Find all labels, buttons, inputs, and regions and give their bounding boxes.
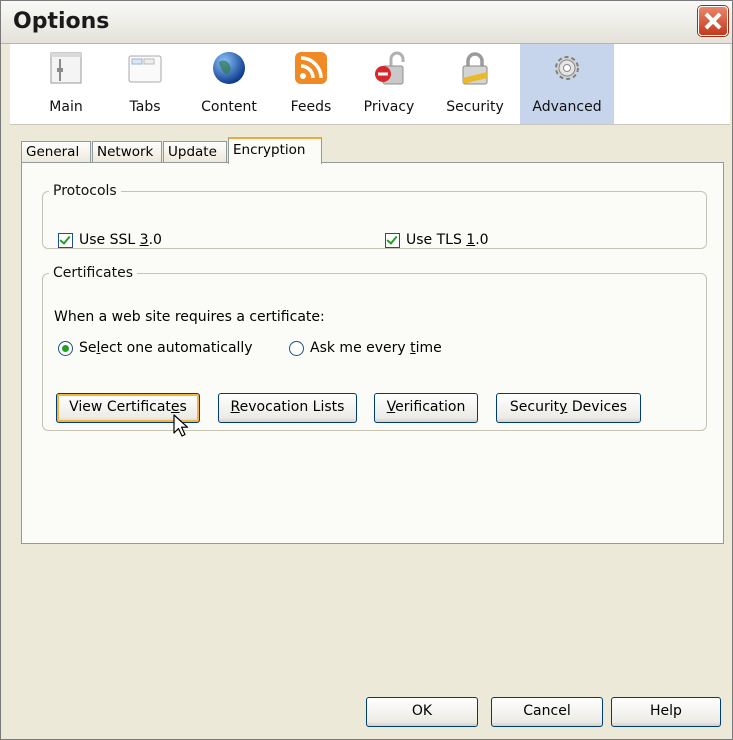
tabs-icon bbox=[128, 55, 162, 83]
feeds-rss-icon bbox=[295, 52, 327, 84]
auto-label-pre: Se bbox=[79, 340, 97, 356]
toolbar-item-feeds[interactable]: Feeds bbox=[282, 44, 340, 124]
devices-label-pre: Securit bbox=[509, 399, 560, 415]
toolbar-item-label: Security bbox=[446, 99, 504, 115]
title-bar[interactable]: Options bbox=[1, 1, 732, 44]
toolbar-item-main[interactable]: Main bbox=[35, 44, 97, 124]
tab-network[interactable]: Network bbox=[92, 141, 162, 163]
verification-label-accel: V bbox=[386, 399, 396, 415]
ok-button[interactable]: OK bbox=[366, 697, 478, 727]
tab-general[interactable]: General bbox=[21, 141, 91, 163]
tls-checkbox[interactable] bbox=[385, 232, 400, 248]
ask-label-pre: Ask me every bbox=[310, 340, 411, 356]
ssl-label-pre: Use SSL bbox=[79, 232, 140, 248]
revocation-lists-button[interactable]: Revocation Lists bbox=[218, 393, 357, 423]
devices-label-post: Devices bbox=[567, 399, 628, 415]
toolbar-item-label: Content bbox=[201, 99, 257, 115]
toolbar-item-label: Feeds bbox=[290, 99, 332, 115]
cancel-button[interactable]: Cancel bbox=[491, 697, 603, 727]
toolbar-item-content[interactable]: Content bbox=[193, 44, 265, 124]
protocols-group: Protocols Use SSL 3.0 Use TLS 1.0 bbox=[42, 183, 707, 249]
toolbar-item-security[interactable]: Security bbox=[438, 44, 512, 124]
toolbar-item-label: Privacy bbox=[363, 99, 415, 115]
protocols-legend: Protocols bbox=[53, 183, 117, 199]
revocation-label-post: evocation Lists bbox=[239, 399, 345, 415]
verification-label-post: erification bbox=[395, 399, 466, 415]
close-icon[interactable] bbox=[698, 6, 728, 36]
certificate-prompt: When a web site requires a certificate: bbox=[54, 309, 325, 325]
security-padlock-icon bbox=[462, 52, 488, 85]
advanced-gear-icon bbox=[555, 56, 579, 80]
ssl-checkbox-row[interactable]: Use SSL 3.0 bbox=[58, 232, 162, 248]
certificates-group: Certificates When a web site requires a … bbox=[42, 265, 707, 431]
toolbar-item-label: Main bbox=[49, 99, 83, 115]
category-toolbar: Main Tabs Content Feeds Privacy Security… bbox=[10, 44, 730, 125]
toolbar-item-label: Advanced bbox=[532, 99, 602, 115]
ask-label-post: ime bbox=[415, 340, 442, 356]
toolbar-item-tabs[interactable]: Tabs bbox=[118, 44, 172, 124]
toolbar-item-privacy[interactable]: Privacy bbox=[358, 44, 420, 124]
tab-update[interactable]: Update bbox=[163, 141, 227, 163]
radio-select-automatically-row[interactable]: Select one automatically bbox=[58, 340, 253, 356]
verification-button[interactable]: Verification bbox=[374, 393, 478, 423]
tls-label-post: .0 bbox=[475, 232, 489, 248]
content-globe-icon bbox=[213, 52, 245, 84]
view-label-post: s bbox=[179, 399, 187, 415]
toolbar-item-label: Tabs bbox=[129, 99, 161, 115]
ssl-label-accel: 3 bbox=[139, 232, 149, 248]
ssl-label-post: .0 bbox=[148, 232, 162, 248]
main-icon bbox=[50, 52, 82, 84]
security-devices-button[interactable]: Security Devices bbox=[496, 393, 641, 423]
tab-encryption[interactable]: Encryption bbox=[228, 137, 322, 164]
auto-label-post: ect one automatically bbox=[100, 340, 253, 356]
encryption-panel: Protocols Use SSL 3.0 Use TLS 1.0 Certif… bbox=[21, 162, 724, 544]
mouse-pointer-icon bbox=[173, 414, 189, 437]
radio-ask-every-time[interactable] bbox=[289, 340, 304, 356]
tls-label-accel: 1 bbox=[466, 232, 476, 248]
help-button[interactable]: Help bbox=[611, 697, 721, 727]
window-title: Options bbox=[13, 9, 110, 34]
tls-checkbox-row[interactable]: Use TLS 1.0 bbox=[385, 232, 489, 248]
view-label-accel: e bbox=[170, 399, 180, 415]
certificates-legend: Certificates bbox=[53, 265, 134, 281]
options-window: Options Main Tabs Content Feeds Privacy … bbox=[0, 0, 733, 740]
view-label-pre: View Certificat bbox=[69, 399, 171, 415]
privacy-lock-icon bbox=[375, 51, 405, 85]
radio-select-automatically[interactable] bbox=[58, 340, 73, 356]
ssl-checkbox[interactable] bbox=[58, 232, 73, 248]
radio-ask-every-time-row[interactable]: Ask me every time bbox=[289, 340, 442, 356]
toolbar-item-advanced[interactable]: Advanced bbox=[520, 44, 614, 124]
revocation-label-accel: R bbox=[230, 399, 240, 415]
tls-label-pre: Use TLS bbox=[406, 232, 467, 248]
